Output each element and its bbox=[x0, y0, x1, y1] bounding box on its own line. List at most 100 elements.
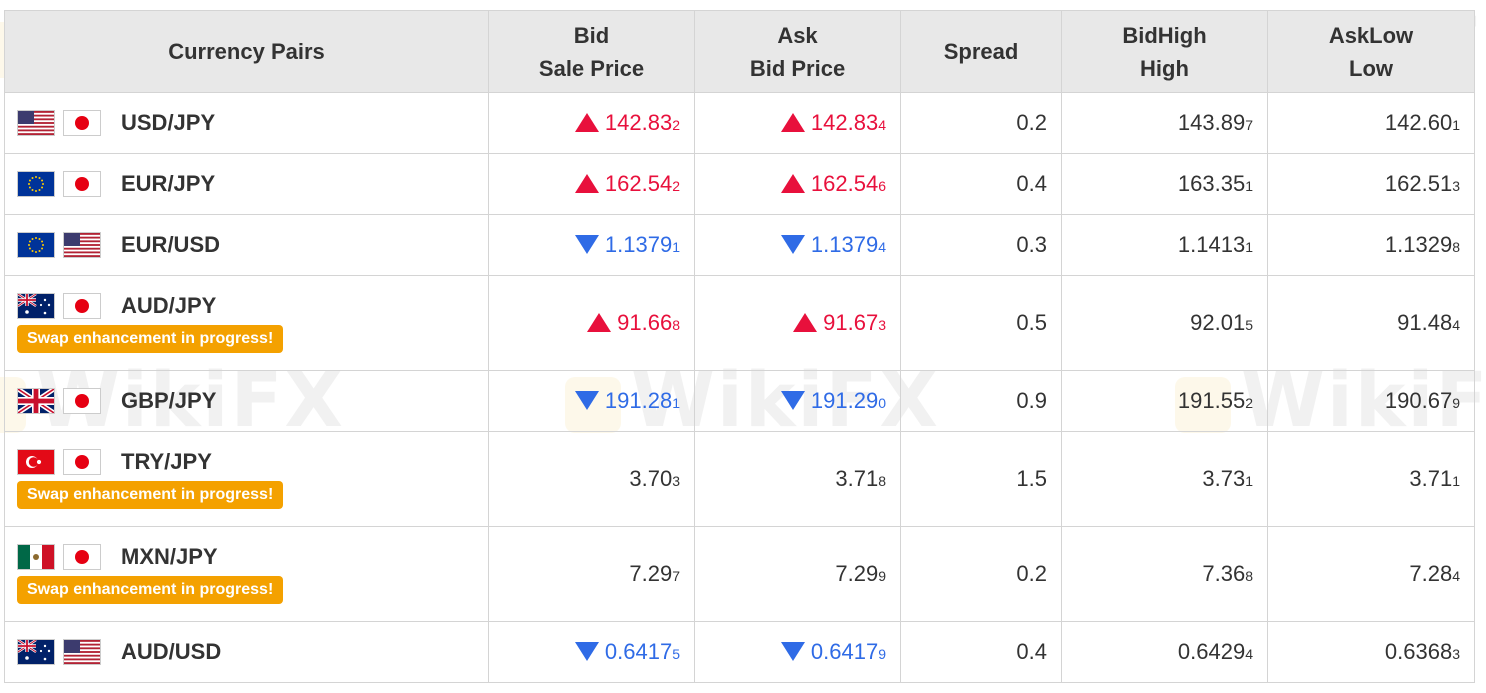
triangle-up-icon bbox=[793, 312, 818, 332]
bidhigh-cell: 0.64294 bbox=[1061, 621, 1268, 683]
price-value: 143.89 bbox=[1177, 110, 1246, 135]
price-value: 162.54 bbox=[604, 171, 673, 196]
bidhigh-cell: 1.14131 bbox=[1061, 214, 1268, 276]
spread-cell: 0.9 bbox=[900, 370, 1062, 432]
price-pip: 1 bbox=[1245, 473, 1253, 489]
price-value: 0.6417 bbox=[604, 639, 673, 664]
price-value: 7.29 bbox=[629, 561, 673, 586]
pair-name[interactable]: EUR/JPY bbox=[121, 171, 215, 197]
price-value: 3.71 bbox=[1409, 466, 1453, 491]
bidhigh-cell: 163.351 bbox=[1061, 153, 1268, 215]
jp-flag-icon bbox=[63, 544, 101, 570]
bid-cell: 0.64175 bbox=[488, 621, 695, 683]
header-currency-pairs: Currency Pairs bbox=[4, 10, 489, 93]
price-value: 91.66 bbox=[617, 310, 673, 335]
price-pip: 3 bbox=[1452, 646, 1460, 662]
jp-flag-icon bbox=[63, 110, 101, 136]
table-row[interactable]: MXN/JPY Swap enhancement in progress! 7.29… bbox=[4, 526, 1475, 622]
triangle-up-icon bbox=[574, 112, 599, 132]
pair-name[interactable]: MXN/JPY bbox=[121, 544, 218, 570]
au-flag-icon bbox=[17, 639, 55, 665]
price-pip: 2 bbox=[672, 178, 680, 194]
header-bid: Bid Sale Price bbox=[488, 10, 695, 93]
triangle-down-icon bbox=[780, 390, 805, 410]
triangle-up-icon bbox=[587, 312, 612, 332]
price-value: 191.29 bbox=[810, 388, 879, 413]
table-row[interactable]: USD/JPY 142.832 142.834 0.2 143.897 142.601 bbox=[4, 92, 1475, 154]
table-row[interactable]: EUR/USD 1.13791 1.13794 0.3 1.14131 1.13298 bbox=[4, 214, 1475, 276]
triangle-up-icon bbox=[780, 112, 805, 132]
currency-pair-cell[interactable]: AUD/JPY Swap enhancement in progress! bbox=[4, 275, 489, 371]
currency-pair-cell[interactable]: TRY/JPY Swap enhancement in progress! bbox=[4, 431, 489, 527]
au-flag-icon bbox=[17, 293, 55, 319]
table-row[interactable]: AUD/USD 0.64175 0.64179 0.4 0.64294 0.63683 bbox=[4, 621, 1475, 683]
price-value: 0.6368 bbox=[1384, 639, 1453, 664]
price-value: 163.35 bbox=[1177, 171, 1246, 196]
price-pip: 4 bbox=[878, 239, 886, 255]
currency-pair-cell[interactable]: AUD/USD bbox=[4, 621, 489, 683]
header-bidhigh: BidHigh High bbox=[1061, 10, 1268, 93]
bid-cell: 3.703 bbox=[488, 431, 695, 527]
bidhigh-cell: 92.015 bbox=[1061, 275, 1268, 371]
spread-cell: 0.2 bbox=[900, 92, 1062, 154]
ask-cell: 162.546 bbox=[694, 153, 901, 215]
triangle-up-icon bbox=[574, 173, 599, 193]
price-pip: 8 bbox=[1245, 568, 1253, 584]
table-row[interactable]: EUR/JPY 162.542 162.546 0.4 163.351 162.513 bbox=[4, 153, 1475, 215]
currency-pair-cell[interactable]: EUR/JPY bbox=[4, 153, 489, 215]
pair-name[interactable]: USD/JPY bbox=[121, 110, 215, 136]
price-pip: 0 bbox=[878, 395, 886, 411]
asklow-cell: 91.484 bbox=[1267, 275, 1475, 371]
bid-cell: 191.281 bbox=[488, 370, 695, 432]
table-row[interactable]: GBP/JPY 191.281 191.290 0.9 191.552 190.679 bbox=[4, 370, 1475, 432]
price-pip: 3 bbox=[672, 473, 680, 489]
price-pip: 9 bbox=[1452, 395, 1460, 411]
triangle-down-icon bbox=[574, 390, 599, 410]
swap-enhancement-badge: Swap enhancement in progress! bbox=[17, 576, 284, 604]
currency-pair-cell[interactable]: EUR/USD bbox=[4, 214, 489, 276]
price-pip: 1 bbox=[1245, 178, 1253, 194]
spread-cell: 0.3 bbox=[900, 214, 1062, 276]
price-value: 7.29 bbox=[835, 561, 879, 586]
ask-cell: 191.290 bbox=[694, 370, 901, 432]
table-row[interactable]: AUD/JPY Swap enhancement in progress! 91.6… bbox=[4, 275, 1475, 371]
price-pip: 2 bbox=[672, 117, 680, 133]
swap-enhancement-badge: Swap enhancement in progress! bbox=[17, 481, 284, 509]
price-value: 3.70 bbox=[629, 466, 673, 491]
price-value: 162.54 bbox=[810, 171, 879, 196]
pair-name[interactable]: AUD/USD bbox=[121, 639, 221, 665]
gb-flag-icon bbox=[16, 387, 56, 415]
price-pip: 2 bbox=[1245, 395, 1253, 411]
jp-flag-icon bbox=[63, 388, 101, 414]
asklow-cell: 3.711 bbox=[1267, 431, 1475, 527]
jp-flag-icon bbox=[63, 293, 101, 319]
pair-name[interactable]: EUR/USD bbox=[121, 232, 220, 258]
us-flag-icon bbox=[17, 110, 55, 136]
bidhigh-cell: 7.368 bbox=[1061, 526, 1268, 622]
price-value: 1.1413 bbox=[1177, 232, 1246, 257]
spread-cell: 0.2 bbox=[900, 526, 1062, 622]
price-value: 0.6429 bbox=[1177, 639, 1246, 664]
ask-cell: 1.13794 bbox=[694, 214, 901, 276]
table-row[interactable]: TRY/JPY Swap enhancement in progress! 3.70… bbox=[4, 431, 1475, 527]
pair-name[interactable]: AUD/JPY bbox=[121, 293, 216, 319]
price-value: 0.6417 bbox=[810, 639, 879, 664]
asklow-cell: 162.513 bbox=[1267, 153, 1475, 215]
asklow-cell: 1.13298 bbox=[1267, 214, 1475, 276]
ask-cell: 7.299 bbox=[694, 526, 901, 622]
pair-name[interactable]: GBP/JPY bbox=[121, 388, 216, 414]
price-value: 91.48 bbox=[1397, 310, 1453, 335]
price-value: 1.1379 bbox=[810, 232, 879, 257]
currency-pair-cell[interactable]: GBP/JPY bbox=[4, 370, 489, 432]
triangle-up-icon bbox=[780, 173, 805, 193]
currency-pair-cell[interactable]: USD/JPY bbox=[4, 92, 489, 154]
pair-name[interactable]: TRY/JPY bbox=[121, 449, 212, 475]
triangle-down-icon bbox=[780, 641, 805, 661]
bidhigh-cell: 143.897 bbox=[1061, 92, 1268, 154]
jp-flag-icon bbox=[63, 171, 101, 197]
currency-pair-cell[interactable]: MXN/JPY Swap enhancement in progress! bbox=[4, 526, 489, 622]
us-flag-icon bbox=[63, 639, 101, 665]
bid-cell: 162.542 bbox=[488, 153, 695, 215]
price-value: 142.83 bbox=[604, 110, 673, 135]
bid-cell: 7.297 bbox=[488, 526, 695, 622]
